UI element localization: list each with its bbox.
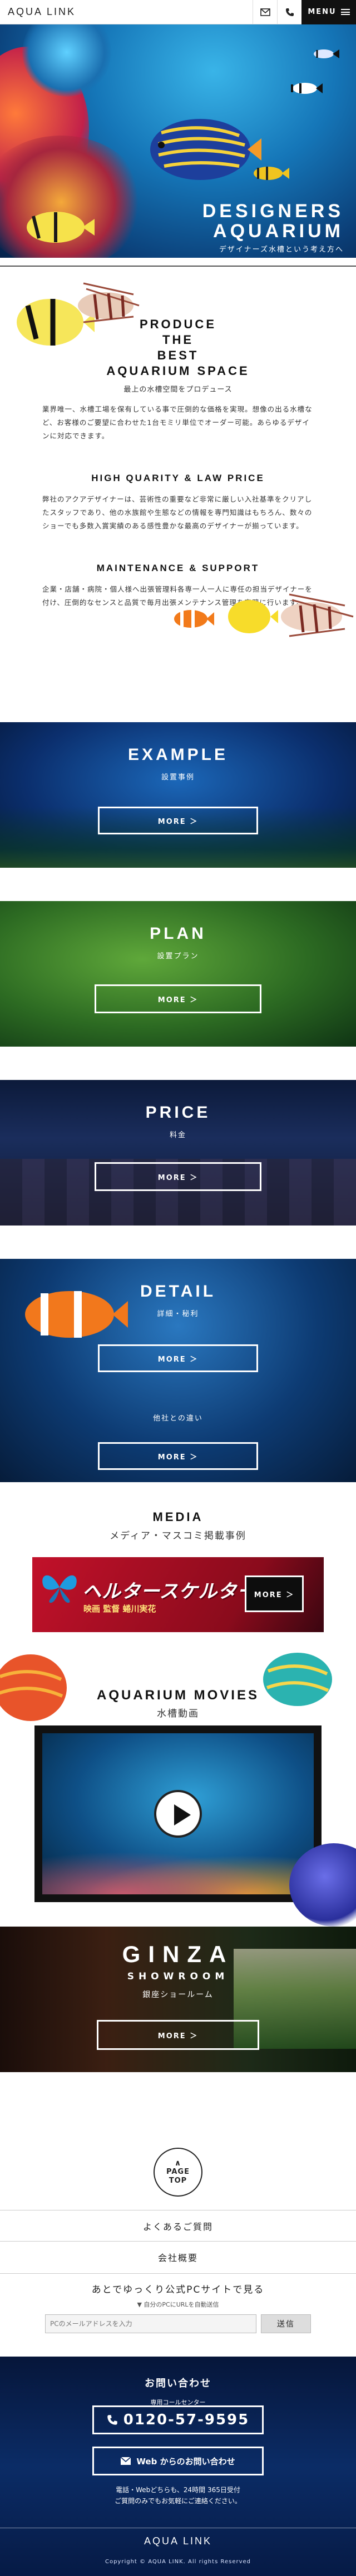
price-subtitle: 料金 xyxy=(169,1131,186,1139)
menu-label: MENU xyxy=(308,8,337,16)
pc-site-subtitle: ▼ 自分のPCにURLを自動送信 xyxy=(137,2301,219,2308)
intro-section: PRODUCE THE BEST AQUARIUM SPACE 最上の水槽空間を… xyxy=(0,267,356,722)
arrow-up-icon: ∧ xyxy=(174,2159,182,2168)
hero-title: DESIGNERS AQUARIUM デザイナーズ水槽という考え方へ xyxy=(202,201,344,254)
emperor-angelfish-image xyxy=(150,119,261,180)
hero-subtitle: デザイナーズ水槽という考え方へ xyxy=(219,246,344,254)
contact-note-line2: ご質問のみでもお気軽にご連絡ください。 xyxy=(115,2497,241,2505)
detail-title: DETAIL xyxy=(140,1282,216,1300)
company-link[interactable]: 会社概要 xyxy=(0,2241,356,2272)
contact-note: 電話・Webどちらも、24時間 365日受付 ご質問のみでもお気軽にご連絡くださ… xyxy=(0,2484,356,2507)
phone-icon xyxy=(285,8,294,16)
menu-button[interactable]: MENU xyxy=(301,0,356,24)
pc-site-form: あとでゆっくり公式PCサイトで見る ▼ 自分のPCにURLを自動送信 送信 xyxy=(0,2273,356,2357)
example-more-button[interactable]: MORE ＞ xyxy=(98,807,258,834)
detail-section: DETAIL 詳細・秘利 MORE ＞ 他社との違い MORE ＞ xyxy=(0,1259,356,1482)
coral-image xyxy=(42,1844,314,1894)
mail-button[interactable] xyxy=(253,0,277,24)
hero-banner: DESIGNERS AQUARIUM デザイナーズ水槽という考え方へ xyxy=(0,24,356,258)
intro-heading-line: THE xyxy=(162,333,194,347)
movies-subtitle: 水槽動画 xyxy=(157,1708,199,1719)
phone-number: 0120-57-9595 xyxy=(123,2412,250,2428)
example-section: EXAMPLE 設置事例 MORE ＞ xyxy=(0,722,356,868)
example-title: EXAMPLE xyxy=(127,746,229,764)
hamburger-icon xyxy=(340,9,350,15)
fish-image xyxy=(314,49,339,58)
media-banner[interactable]: ヘルタースケルター 映画 監督 蜷川実花 MORE ＞ xyxy=(32,1557,324,1632)
ginza-showroom-section: GINZA SHOWROOM 銀座ショールーム MORE ＞ xyxy=(0,1927,356,2072)
comparison-more-button[interactable]: MORE ＞ xyxy=(98,1442,258,1470)
example-subtitle: 設置事例 xyxy=(161,773,195,782)
contact-section: お問い合わせ 専用コールセンター 0120-57-9595 Web からのお問い… xyxy=(0,2357,356,2576)
hero-title-line1: DESIGNERS xyxy=(202,201,344,222)
contact-heading: お問い合わせ xyxy=(145,2378,211,2389)
butterfly-icon xyxy=(42,1575,77,1603)
plan-title: PLAN xyxy=(150,924,206,943)
web-contact-button[interactable]: Web からのお問い合わせ xyxy=(92,2447,264,2475)
pc-site-heading: あとでゆっくり公式PCサイトで見る xyxy=(91,2284,265,2295)
plan-subtitle: 設置プラン xyxy=(157,952,199,961)
price-more-button[interactable]: MORE ＞ xyxy=(95,1162,261,1191)
phone-call-button[interactable]: 0120-57-9595 xyxy=(92,2405,264,2434)
intro-subheading: 最上の水槽空間をプロデュース xyxy=(123,386,233,394)
pc-email-row: 送信 xyxy=(0,2314,356,2333)
media-more-button[interactable]: MORE ＞ xyxy=(245,1575,304,1612)
fish-image xyxy=(27,212,95,243)
site-logo[interactable]: AQUA LINK xyxy=(0,6,253,18)
page-top-label-line2: TOP xyxy=(169,2177,187,2185)
ginza-jp-subtitle: 銀座ショールーム xyxy=(142,1990,214,1999)
ginza-more-button[interactable]: MORE ＞ xyxy=(97,2020,259,2050)
quality-paragraph: 弊社のアクアデザイナーは、芸術性の重要など非常に厳しい入社基準をクリアしたスタッ… xyxy=(42,495,313,530)
mail-icon xyxy=(121,2457,131,2465)
intro-heading-line: BEST xyxy=(157,348,199,362)
play-button[interactable] xyxy=(154,1790,202,1838)
intro-heading: PRODUCE THE BEST AQUARIUM SPACE xyxy=(0,317,356,379)
mail-icon xyxy=(260,8,270,16)
detail-subtitle: 詳細・秘利 xyxy=(157,1310,199,1318)
plan-more-button[interactable]: MORE ＞ xyxy=(95,984,261,1013)
intro-heading-line: PRODUCE xyxy=(139,317,216,331)
fish-image xyxy=(254,167,289,180)
footer-logo[interactable]: AQUA LINK xyxy=(0,2535,356,2547)
video-thumbnail xyxy=(42,1733,314,1894)
page-top-label-line1: PAGE xyxy=(166,2168,190,2176)
intro-paragraph: 業界唯一、水槽工場を保有している事で圧倒的な価格を実現。想像の出る水槽など、お客… xyxy=(42,405,313,440)
fish-image xyxy=(291,83,323,94)
faq-link[interactable]: よくあるご質問 xyxy=(0,2210,356,2241)
maintenance-heading: MAINTENANCE & SUPPORT xyxy=(96,563,260,573)
web-contact-label: Web からのお問い合わせ xyxy=(136,2456,235,2467)
send-button[interactable]: 送信 xyxy=(261,2314,311,2333)
hero-title-line2: AQUARIUM xyxy=(213,221,344,242)
banner-title: ヘルタースケルター xyxy=(82,1580,257,1603)
video-player[interactable] xyxy=(34,1725,322,1902)
ginza-title: GINZA xyxy=(122,1941,234,1967)
intro-heading-line: AQUARIUM SPACE xyxy=(106,364,250,378)
page-top-button[interactable]: ∧ PAGE TOP xyxy=(154,2148,202,2197)
detail-more-button[interactable]: MORE ＞ xyxy=(98,1344,258,1372)
price-section: PRICE 料金 MORE ＞ xyxy=(0,1080,356,1226)
phone-icon xyxy=(107,2415,117,2425)
comparison-subtitle: 他社との違い xyxy=(153,1414,203,1423)
clownfish-image xyxy=(174,610,214,628)
ginza-subtitle: SHOWROOM xyxy=(127,1971,229,1982)
media-title: MEDIA xyxy=(152,1510,204,1524)
media-section: MEDIA メディア・マスコミ掲載事例 ヘルタースケルター 映画 監督 蜷川実花… xyxy=(0,1482,356,1927)
phone-button[interactable] xyxy=(277,0,301,24)
media-subtitle: メディア・マスコミ掲載事例 xyxy=(110,1530,246,1542)
contact-note-line1: 電話・Webどちらも、24時間 365日受付 xyxy=(116,2486,240,2494)
movies-title: AQUARIUM MOVIES xyxy=(96,1688,259,1703)
lionfish-image xyxy=(281,593,354,637)
site-header: AQUA LINK MENU xyxy=(0,0,356,24)
plan-section: PLAN 設置プラン MORE ＞ xyxy=(0,901,356,1047)
copyright: Copyright © AQUA LINK. All rights Reserv… xyxy=(105,2559,251,2565)
price-title: PRICE xyxy=(145,1103,211,1122)
banner-subtitle: 映画 監督 蜷川実花 xyxy=(83,1604,156,1614)
quality-heading: HIGH QUARITY & LAW PRICE xyxy=(91,473,265,483)
pc-email-input[interactable] xyxy=(45,2314,256,2333)
page: AQUA LINK MENU DESIGNERS AQUARIUM デザイナーズ… xyxy=(0,0,356,2576)
